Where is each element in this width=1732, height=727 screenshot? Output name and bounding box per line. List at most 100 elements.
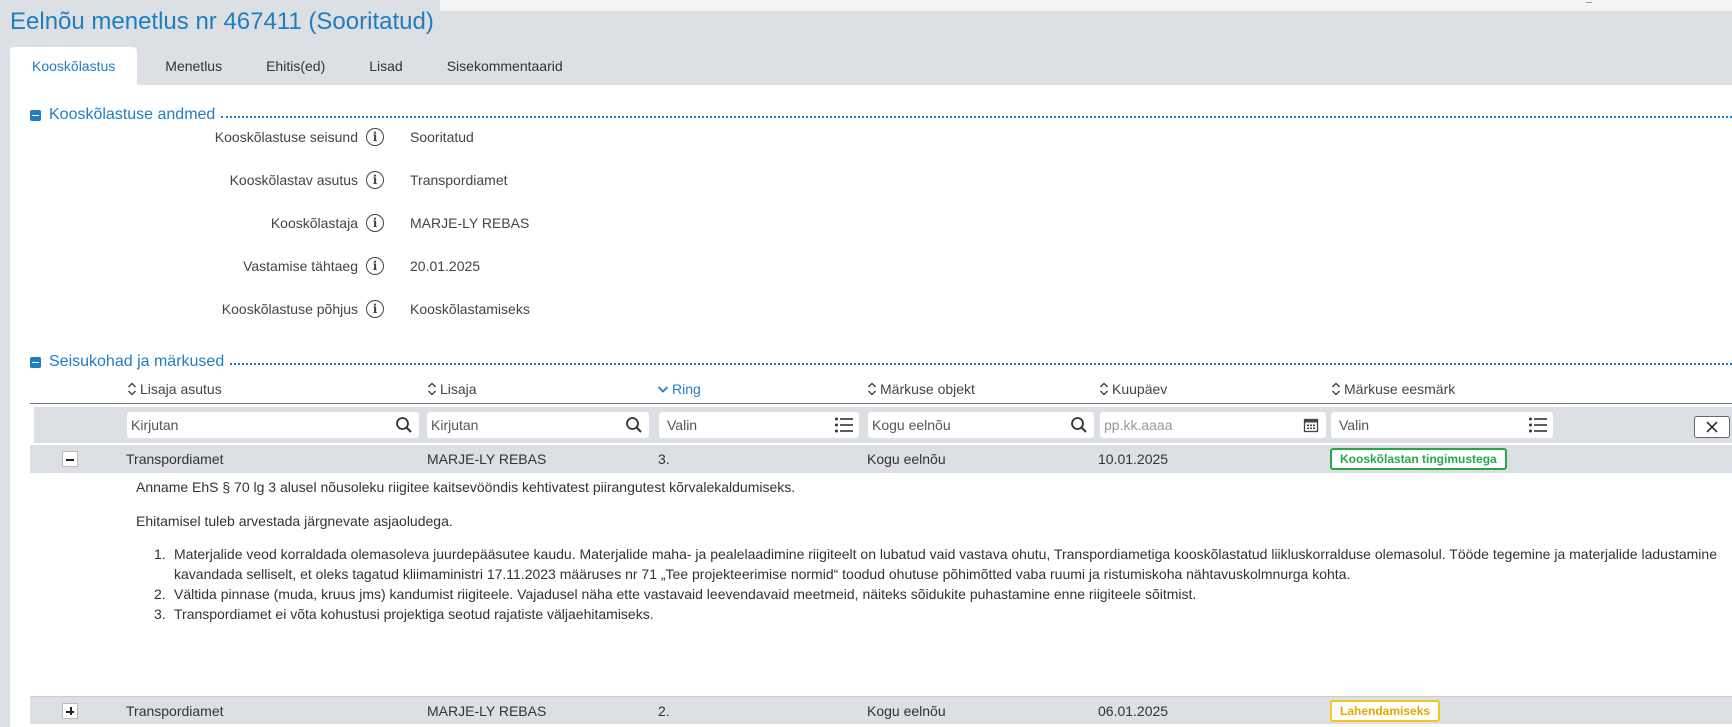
field-value: 20.01.2025 — [410, 258, 481, 274]
sort-icon — [1100, 382, 1108, 396]
column-header-object[interactable]: Märkuse objekt — [867, 379, 975, 399]
approval-section-title: Kooskõlastuse andmed — [49, 106, 216, 123]
tab-sisekommentaarid[interactable]: Sisekommentaarid — [425, 47, 585, 85]
list-icon[interactable] — [833, 414, 855, 436]
filter-date — [1100, 412, 1326, 438]
cell-round: 3. — [658, 451, 670, 467]
column-header-round[interactable]: Ring — [657, 379, 701, 399]
column-header-author[interactable]: Lisaja — [427, 379, 477, 399]
filter-purpose[interactable] — [1331, 412, 1553, 438]
filter-institution — [127, 412, 419, 438]
section-divider — [230, 363, 1732, 365]
info-icon[interactable]: i — [366, 128, 384, 146]
tab-kooskolastus[interactable]: Kooskõlastus — [10, 47, 138, 85]
list-icon[interactable] — [1527, 414, 1549, 436]
column-label: Märkuse objekt — [880, 381, 975, 397]
column-label: Lisaja asutus — [140, 381, 222, 397]
collapse-icon[interactable] — [30, 109, 41, 121]
collapse-icon[interactable] — [30, 356, 41, 368]
sort-icon — [128, 382, 136, 396]
cell-date: 10.01.2025 — [1098, 451, 1169, 467]
field-approver: Kooskõlastaja i MARJE-LY REBAS — [10, 212, 810, 234]
status-badge: Kooskõlastan tingimustega — [1330, 448, 1507, 470]
cell-object: Kogu eelnõu — [867, 451, 946, 467]
field-approving-institution: Kooskõlastav asutus i Transpordiamet — [10, 169, 810, 191]
cell-institution: Transpordiamet — [126, 703, 224, 719]
close-icon — [1706, 421, 1718, 433]
field-label: Kooskõlastav asutus — [229, 172, 358, 188]
detail-list: 1. Materjalide veod korraldada olemasolev… — [136, 544, 1730, 624]
purpose-filter-select[interactable] — [1339, 417, 1527, 433]
field-value: Sooritatud — [410, 129, 474, 145]
filter-object — [868, 412, 1094, 438]
comments-section-header[interactable]: Seisukohad ja märkused — [30, 352, 1732, 372]
top-strip — [440, 0, 1732, 11]
status-badge: Lahendamiseks — [1330, 700, 1441, 722]
filter-round[interactable] — [659, 412, 859, 438]
object-filter-input[interactable] — [872, 417, 1068, 433]
info-icon[interactable]: i — [366, 214, 384, 232]
column-header-date[interactable]: Kuupäev — [1099, 379, 1167, 399]
field-approval-status: Kooskõlastuse seisund i Sooritatud — [10, 126, 810, 148]
column-label: Märkuse eesmärk — [1344, 381, 1456, 397]
clear-filters-button[interactable] — [1694, 416, 1730, 438]
search-icon[interactable] — [623, 414, 645, 436]
expand-row-button[interactable] — [62, 703, 78, 719]
dropdown-caret-icon — [1586, 0, 1592, 3]
detail-paragraph: Ehitamisel tuleb arvestada järgnevate as… — [136, 513, 453, 529]
table-row[interactable]: Transpordiamet MARJE-LY REBAS 3. Kogu ee… — [30, 445, 1732, 473]
date-filter-input[interactable] — [1104, 417, 1300, 433]
column-label: Ring — [672, 381, 701, 397]
cell-author: MARJE-LY REBAS — [427, 451, 547, 467]
table-row[interactable]: Transpordiamet MARJE-LY REBAS 2. Kogu ee… — [30, 696, 1732, 724]
tab-menetlus[interactable]: Menetlus — [137, 47, 244, 85]
approval-section-header[interactable]: Kooskõlastuse andmed — [30, 105, 1732, 125]
sort-icon — [868, 382, 876, 396]
comments-section-title: Seisukohad ja märkused — [49, 353, 225, 370]
search-icon[interactable] — [393, 414, 415, 436]
round-filter-select[interactable] — [667, 417, 833, 433]
column-header-purpose[interactable]: Märkuse eesmärk — [1331, 379, 1455, 399]
field-label: Vastamise tähtaeg — [243, 258, 358, 274]
tab-ehitised[interactable]: Ehitis(ed) — [244, 47, 347, 85]
sort-icon — [1332, 382, 1340, 396]
cell-object: Kogu eelnõu — [867, 703, 946, 719]
tab-lisad[interactable]: Lisad — [347, 47, 424, 85]
field-value: MARJE-LY REBAS — [410, 215, 530, 231]
author-filter-input[interactable] — [431, 417, 623, 433]
field-value: Transpordiamet — [410, 172, 508, 188]
calendar-icon[interactable] — [1300, 414, 1322, 436]
filter-bar — [34, 407, 1732, 443]
tab-panel: Kooskõlastuse andmed Kooskõlastuse seisu… — [10, 85, 1732, 727]
info-icon[interactable]: i — [366, 257, 384, 275]
column-header-institution[interactable]: Lisaja asutus — [127, 379, 222, 399]
cell-institution: Transpordiamet — [126, 451, 224, 467]
section-divider — [221, 116, 1732, 118]
sort-desc-icon — [657, 386, 669, 393]
cell-round: 2. — [658, 703, 670, 719]
field-value: Kooskõlastamiseks — [410, 301, 530, 317]
row-detail: Anname EhS § 70 lg 3 alusel nõusoleku ri… — [40, 473, 1730, 633]
cell-author: MARJE-LY REBAS — [427, 703, 547, 719]
info-icon[interactable]: i — [366, 171, 384, 189]
detail-paragraph: Anname EhS § 70 lg 3 alusel nõusoleku ri… — [136, 479, 796, 495]
list-item: 3. Transpordiamet ei võta kohustusi proje… — [154, 606, 654, 622]
sort-icon — [428, 382, 436, 396]
list-item: 2. Vältida pinnase (muda, kruus jms) kand… — [154, 586, 1197, 602]
cell-date: 06.01.2025 — [1098, 703, 1169, 719]
column-label: Lisaja — [440, 381, 477, 397]
field-label: Kooskõlastuse seisund — [214, 129, 358, 145]
header-divider — [30, 403, 1732, 404]
filter-author — [427, 412, 649, 438]
info-icon[interactable]: i — [366, 300, 384, 318]
collapse-row-button[interactable] — [62, 451, 78, 467]
tab-bar: Kooskõlastus Menetlus Ehitis(ed) Lisad S… — [10, 47, 585, 85]
search-icon[interactable] — [1068, 414, 1090, 436]
field-label: Kooskõlastaja — [270, 215, 358, 231]
field-label: Kooskõlastuse põhjus — [221, 301, 358, 317]
column-label: Kuupäev — [1112, 381, 1168, 397]
list-item: 1. Materjalide veod korraldada olemasolev… — [154, 546, 1717, 582]
field-response-deadline: Vastamise tähtaeg i 20.01.2025 — [10, 255, 810, 277]
page-title: Eelnõu menetlus nr 467411 (Sooritatud) — [10, 8, 434, 35]
institution-filter-input[interactable] — [131, 417, 393, 433]
